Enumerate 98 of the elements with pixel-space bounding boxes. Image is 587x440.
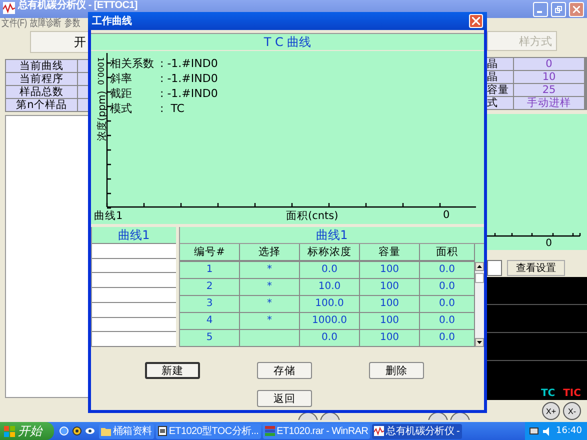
view-settings-button[interactable]: 查看设置	[507, 260, 565, 276]
column-header: 选择	[240, 244, 300, 262]
dialog-button[interactable]: 删除	[369, 362, 424, 379]
value-cell: 25	[514, 84, 584, 96]
stat-label: 斜率	[110, 71, 133, 86]
axis-label: 浓度(ppm)	[96, 90, 109, 141]
up-arrow-icon[interactable]	[477, 265, 482, 268]
label-cell: 容量	[487, 84, 513, 96]
document-icon	[158, 426, 167, 436]
column-header: 编号#	[180, 244, 240, 262]
table-cell: 100	[360, 262, 420, 279]
axis-tick-label: 0	[443, 209, 450, 221]
table-cell: *	[240, 313, 300, 330]
menu-item[interactable]: 文件(F)	[2, 18, 28, 29]
legend-label: TIC	[563, 388, 581, 399]
table-cell: 100.0	[300, 296, 360, 313]
stat-label: 截距	[110, 86, 133, 101]
stat-label: 相关系数	[110, 56, 154, 71]
value-cell	[78, 73, 88, 85]
legend-label: TC	[540, 388, 556, 399]
series-label: 曲线1	[94, 209, 123, 223]
label-cell: 样品总数	[6, 86, 77, 98]
axis-tick-label: 1000.0	[96, 57, 105, 85]
table-cell: 10.0	[300, 279, 360, 296]
taskbar-button[interactable]: ET1020型TOC分析...	[156, 424, 261, 438]
network-icon	[529, 427, 539, 435]
scrollbar[interactable]	[475, 262, 484, 347]
close-button[interactable]	[569, 2, 584, 17]
close-icon	[573, 6, 580, 13]
close-icon	[472, 17, 480, 25]
value-cell: 10	[514, 71, 584, 83]
minimize-button[interactable]	[533, 2, 548, 17]
column-header: 标称浓度	[300, 244, 360, 262]
books-icon	[264, 426, 275, 436]
stat-value: : -1.#IND0	[160, 56, 218, 71]
table-cell: 3	[180, 296, 240, 313]
taskbar-button[interactable]: ET1020.rar - WinRAR	[262, 424, 370, 438]
table-cell: 1	[180, 262, 240, 279]
menu-item[interactable]: 故障诊断	[30, 18, 62, 29]
stat-value: : -1.#IND0	[160, 71, 218, 86]
taskbar-button[interactable]: 桶箱资料	[99, 424, 154, 438]
table-cell	[240, 330, 300, 347]
label-cell: 当前曲线	[6, 60, 77, 72]
clock: 16:40	[556, 426, 582, 436]
quick-launch-icon[interactable]	[85, 426, 95, 436]
table-cell: 100	[360, 279, 420, 296]
start-button[interactable]: 开	[30, 31, 88, 53]
zoom-button[interactable]: X-	[563, 402, 581, 420]
list-header: 曲线1	[92, 227, 176, 244]
restore-icon	[555, 6, 562, 13]
restore-button[interactable]	[551, 2, 566, 17]
table-cell: *	[240, 262, 300, 279]
dialog-title: 工作曲线	[92, 14, 132, 28]
close-button[interactable]	[469, 14, 483, 28]
table-cell: *	[240, 279, 300, 296]
value-cell	[78, 99, 88, 111]
label-cell: 晶	[487, 71, 513, 83]
label-cell: 式	[487, 97, 513, 109]
taskbar-button[interactable]: 总有机碳分析仪 -	[372, 424, 462, 438]
dialog-button[interactable]: 存储	[257, 362, 312, 379]
column-header: 容量	[360, 244, 420, 262]
menu-item[interactable]: 参数	[64, 18, 80, 29]
table-cell: 0.0	[300, 262, 360, 279]
chart-title: T C 曲线	[91, 33, 484, 50]
stat-label: 模式	[110, 101, 133, 116]
speaker-icon	[543, 426, 552, 436]
table-cell: 2	[180, 279, 240, 296]
dialog-button[interactable]: 返回	[257, 390, 312, 407]
table-cell: 0.0	[300, 330, 360, 347]
table-cell: 5	[180, 330, 240, 347]
stat-value: : -1.#IND0	[160, 86, 218, 101]
scrollbar-thumb[interactable]	[475, 273, 484, 283]
zoom-button[interactable]: X+	[542, 402, 560, 420]
table-cell: *	[240, 296, 300, 313]
value-cell	[78, 60, 88, 72]
dialog-button[interactable]: 新建	[145, 362, 200, 379]
column-header: 面积	[420, 244, 475, 262]
table-title: 曲线1	[180, 227, 484, 244]
axis-tick-label: 0	[546, 238, 552, 249]
value-cell	[78, 86, 88, 98]
label-cell: 当前程序	[6, 73, 77, 85]
value-cell: 手动进样	[514, 97, 584, 109]
value-cell: 0	[514, 58, 584, 70]
label-cell: 晶	[487, 58, 513, 70]
stat-value: : TC	[160, 101, 186, 116]
wave-icon	[374, 426, 384, 436]
wave-icon	[3, 2, 15, 14]
table-cell: 100	[360, 296, 420, 313]
table-cell: 1000.0	[300, 313, 360, 330]
table-cell: 100	[360, 313, 420, 330]
table-cell: 100	[360, 330, 420, 347]
table-cell: 4	[180, 313, 240, 330]
folder-icon	[101, 426, 111, 436]
label-cell: 第n个样品	[6, 99, 77, 111]
axis-label: 面积(cnts)	[286, 209, 338, 223]
input-field[interactable]	[487, 260, 502, 276]
down-arrow-icon[interactable]	[477, 341, 482, 344]
four-squares-icon	[4, 426, 15, 436]
